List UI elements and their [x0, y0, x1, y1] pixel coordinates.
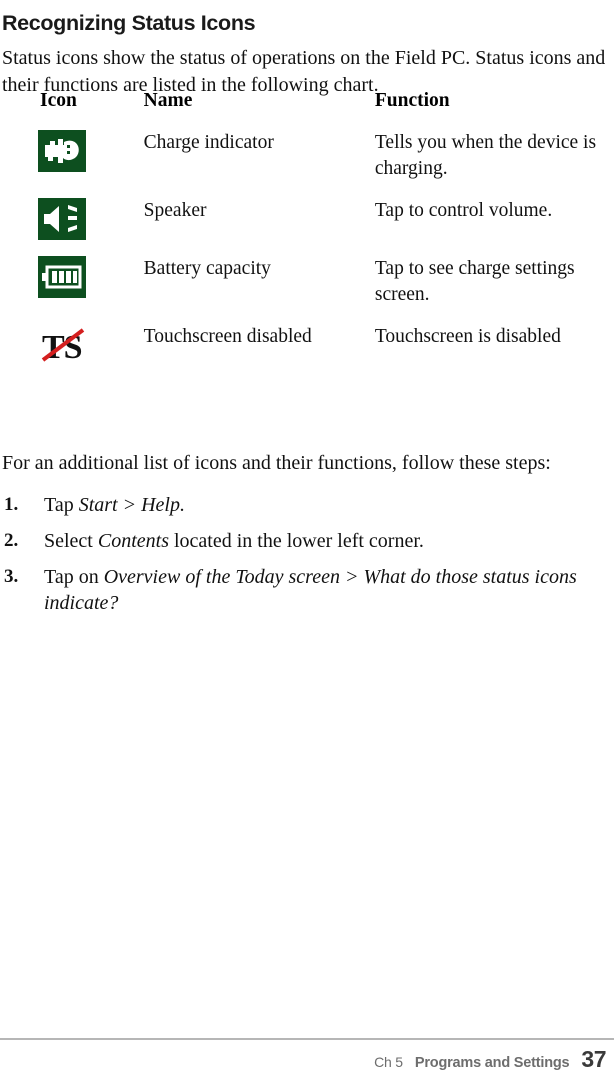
- column-header-function: Function: [374, 90, 450, 111]
- speaker-icon: [38, 198, 86, 240]
- table-header-row: Icon Name Function: [0, 90, 614, 130]
- icon-cell: [0, 256, 144, 324]
- steps-list: 1. Tap Start > Help. 2. Select Contents …: [2, 492, 610, 626]
- table-row: Charge indicator Tells you when the devi…: [0, 130, 614, 198]
- icon-cell: [0, 198, 144, 256]
- icon-name-cell: Charge indicator: [143, 132, 274, 153]
- charge-indicator-icon: [38, 130, 86, 172]
- icon-function-cell: Tap to see charge settings screen.: [374, 258, 575, 305]
- step-number: 1.: [4, 494, 19, 515]
- footer-chapter: Ch 5: [374, 1054, 403, 1070]
- table-row: TS Touchscreen disabled Touchscreen is d…: [0, 324, 614, 382]
- column-header-name: Name: [143, 90, 193, 111]
- step-number: 3.: [4, 566, 19, 587]
- icon-cell: TS: [0, 324, 144, 382]
- status-icons-table: Icon Name Function Charge indicator Tell…: [0, 90, 614, 382]
- step-text: Tap on Overview of the Today screen > Wh…: [44, 566, 577, 614]
- followup-paragraph: For an additional list of icons and thei…: [2, 452, 551, 474]
- table-row: Speaker Tap to control volume.: [0, 198, 614, 256]
- icon-name-cell: Touchscreen disabled: [143, 326, 312, 347]
- step-text-plain: Tap on: [44, 566, 104, 588]
- step-text-plain: Tap: [44, 494, 79, 516]
- touchscreen-disabled-icon: TS: [38, 324, 90, 366]
- battery-capacity-icon: [38, 256, 86, 298]
- icon-name-cell: Speaker: [143, 200, 207, 221]
- step-text-italic: Start > Help.: [78, 494, 185, 516]
- table-row: Battery capacity Tap to see charge setti…: [0, 256, 614, 324]
- step-text: Tap Start > Help.: [44, 494, 185, 516]
- document-page: Recognizing Status Icons Status icons sh…: [0, 0, 614, 1073]
- footer-divider: [0, 1038, 614, 1040]
- icon-function-cell: Touchscreen is disabled: [374, 326, 561, 347]
- step-text-italic: Contents: [97, 530, 169, 552]
- step-text-plain: Select: [44, 530, 98, 552]
- page-footer: Ch 5 Programs and Settings 37: [374, 1046, 606, 1073]
- icon-cell: [0, 130, 144, 198]
- icon-function-cell: Tap to control volume.: [374, 200, 553, 221]
- step-text-italic: Overview of the Today screen > What do t…: [44, 566, 577, 614]
- step-text: Select Contents located in the lower lef…: [44, 530, 424, 552]
- step-text-plain-2: located in the lower left corner.: [169, 530, 424, 552]
- icon-function-cell: Tells you when the device is charging.: [374, 132, 597, 179]
- footer-page-number: 37: [581, 1046, 606, 1072]
- step-number: 2.: [4, 530, 19, 551]
- list-item: 2. Select Contents located in the lower …: [2, 528, 610, 554]
- list-item: 1. Tap Start > Help.: [2, 492, 610, 518]
- icon-name-cell: Battery capacity: [143, 258, 271, 279]
- footer-section: Programs and Settings: [414, 1055, 570, 1071]
- page-title: Recognizing Status Icons: [2, 11, 256, 36]
- column-header-icon: Icon: [40, 90, 77, 111]
- list-item: 3. Tap on Overview of the Today screen >…: [2, 564, 610, 616]
